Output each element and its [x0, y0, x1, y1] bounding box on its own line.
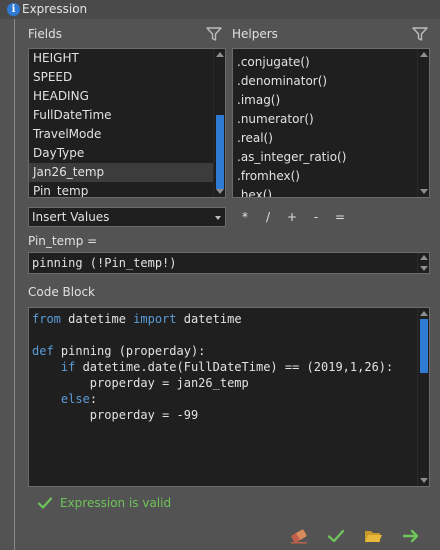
scroll-up-arrow-icon[interactable]	[420, 52, 428, 57]
helpers-list[interactable]: .conjugate() .denominator() .imag() .numera…	[232, 48, 430, 198]
helpers-list-item[interactable]: .real()	[233, 129, 429, 148]
helpers-label: Helpers	[232, 27, 278, 41]
window-title: Expression	[22, 2, 88, 16]
panel-divider	[14, 19, 15, 550]
code-line: def pinning (properday):	[32, 344, 206, 358]
code-line: properday = jan26_temp	[32, 376, 249, 390]
title-bar: i Expression	[0, 0, 440, 19]
helpers-list-item[interactable]: .as_integer_ratio()	[233, 148, 429, 167]
scroll-down-arrow-icon[interactable]	[420, 266, 428, 271]
insert-values-value: Insert Values	[32, 210, 110, 224]
validation-message: Expression is valid	[60, 496, 172, 510]
helpers-list-item[interactable]: .imag()	[233, 91, 429, 110]
fields-list-item[interactable]: HEADING	[29, 87, 225, 106]
helpers-list-item[interactable]: .fromhex()	[233, 167, 429, 186]
operator-minus-button[interactable]: -	[311, 210, 321, 224]
open-folder-icon[interactable]	[363, 527, 383, 545]
fields-filter-icon[interactable]	[206, 26, 222, 42]
fields-list[interactable]: HEIGHT SPEED HEADING FullDateTime TravelMode…	[28, 48, 226, 198]
fields-list-item[interactable]: FullDateTime	[29, 106, 225, 125]
code-scrollbar[interactable]	[417, 308, 429, 486]
fields-scroll-thumb[interactable]	[216, 115, 224, 189]
code-line: if datetime.date(FullDateTime) == (2019,…	[60, 360, 394, 374]
scroll-up-arrow-icon[interactable]	[216, 52, 224, 57]
expression-text: pinning (!Pin_temp!)	[32, 256, 177, 270]
expression-input[interactable]: pinning (!Pin_temp!)	[28, 252, 430, 274]
fields-list-item[interactable]: Jan26_temp	[29, 163, 225, 182]
operator-plus-button[interactable]: +	[287, 210, 297, 224]
helpers-filter-icon[interactable]	[412, 26, 428, 42]
code-block-editor[interactable]: from datetime import datetime def pinning…	[28, 307, 430, 487]
expression-label: Pin_temp =	[28, 234, 98, 248]
arrow-right-icon[interactable]	[401, 527, 421, 545]
operator-multiply-button[interactable]: *	[240, 210, 250, 224]
helpers-items: .conjugate() .denominator() .imag() .numera…	[233, 49, 429, 197]
scroll-down-arrow-icon[interactable]	[420, 189, 428, 194]
code-line: else:	[60, 392, 98, 406]
helpers-list-item[interactable]: .conjugate()	[233, 53, 429, 72]
helpers-scrollbar[interactable]	[417, 49, 429, 197]
fields-label: Fields	[28, 27, 62, 41]
fields-list-item[interactable]: DayType	[29, 144, 225, 163]
code-scroll-thumb[interactable]	[420, 319, 428, 373]
eraser-icon[interactable]	[289, 527, 309, 545]
code-block-label: Code Block	[28, 285, 95, 299]
code-lines: from datetime import datetime def pinning…	[32, 311, 393, 423]
scroll-up-arrow-icon[interactable]	[420, 311, 428, 316]
operator-equals-button[interactable]: =	[335, 210, 345, 224]
fields-list-item[interactable]: Pin_temp	[29, 182, 225, 197]
checkmark-icon[interactable]	[326, 527, 346, 545]
scroll-down-arrow-icon[interactable]	[420, 478, 428, 483]
scroll-up-arrow-icon[interactable]	[420, 255, 428, 260]
fields-list-item[interactable]: SPEED	[29, 68, 225, 87]
operator-divide-button[interactable]: /	[263, 210, 273, 224]
insert-values-dropdown[interactable]: Insert Values	[28, 207, 226, 227]
code-line: properday = -99	[32, 408, 199, 422]
fields-list-item[interactable]: HEIGHT	[29, 49, 225, 68]
expression-scrollbar[interactable]	[417, 253, 429, 273]
helpers-list-item[interactable]: .denominator()	[233, 72, 429, 91]
code-line: from datetime import datetime	[32, 312, 242, 326]
chevron-down-icon	[215, 216, 221, 220]
fields-list-item[interactable]: TravelMode	[29, 125, 225, 144]
info-icon: i	[7, 3, 20, 16]
valid-check-icon	[37, 497, 53, 509]
helpers-list-item[interactable]: .hex()	[233, 186, 429, 197]
helpers-list-item[interactable]: .numerator()	[233, 110, 429, 129]
scroll-down-arrow-icon[interactable]	[216, 189, 224, 194]
fields-scrollbar[interactable]	[213, 49, 225, 197]
fields-items: HEIGHT SPEED HEADING FullDateTime TravelMode…	[29, 49, 225, 197]
